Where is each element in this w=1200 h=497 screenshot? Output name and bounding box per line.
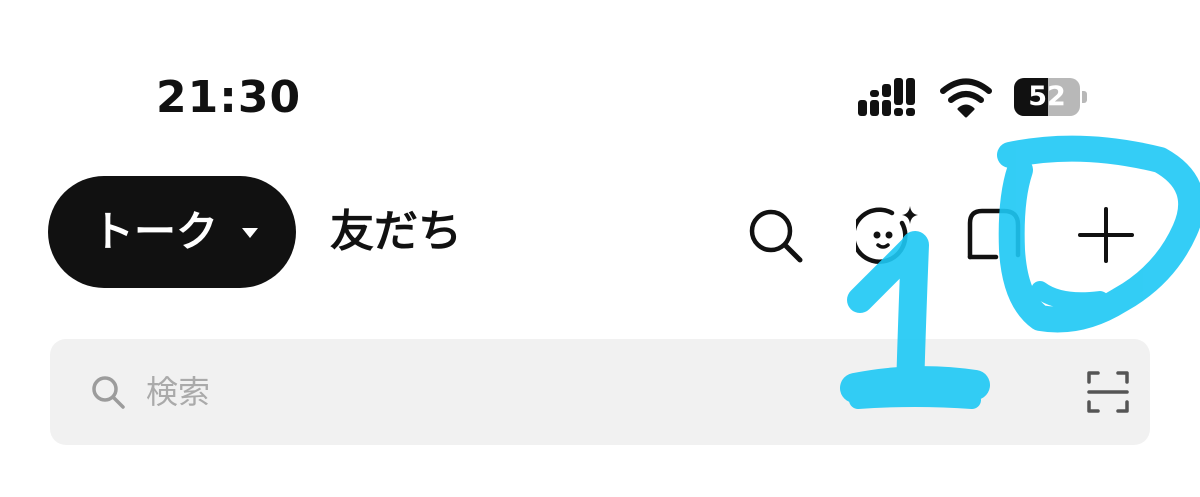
- qr-scan-icon[interactable]: [1086, 370, 1130, 414]
- tab-friends[interactable]: 友だち: [330, 200, 462, 264]
- battery-level: 52: [1028, 81, 1066, 112]
- search-input[interactable]: [146, 365, 1046, 419]
- chat-button[interactable]: [966, 205, 1026, 265]
- wifi-icon: [940, 78, 992, 118]
- add-button[interactable]: [1076, 205, 1136, 265]
- search-button[interactable]: [746, 205, 806, 265]
- tab-talk-label: トーク: [92, 207, 219, 256]
- tab-talk[interactable]: トーク: [48, 176, 296, 288]
- search-icon: [92, 376, 125, 409]
- status-icons: 52: [858, 76, 1098, 120]
- battery-body: 52: [1014, 78, 1080, 116]
- search-bar[interactable]: [50, 339, 1150, 445]
- battery-cap: [1082, 91, 1087, 103]
- status-time: 21:30: [156, 72, 302, 123]
- add-icon: [1078, 207, 1134, 263]
- battery-icon: 52: [1014, 78, 1088, 116]
- ai-sparkle-face-icon: [851, 206, 918, 264]
- chat-bubble-icon: [967, 208, 1021, 260]
- signal-icon: [858, 78, 915, 116]
- search-icon: [749, 209, 803, 263]
- chevron-down-icon: [242, 228, 258, 238]
- ai-button[interactable]: [851, 205, 918, 265]
